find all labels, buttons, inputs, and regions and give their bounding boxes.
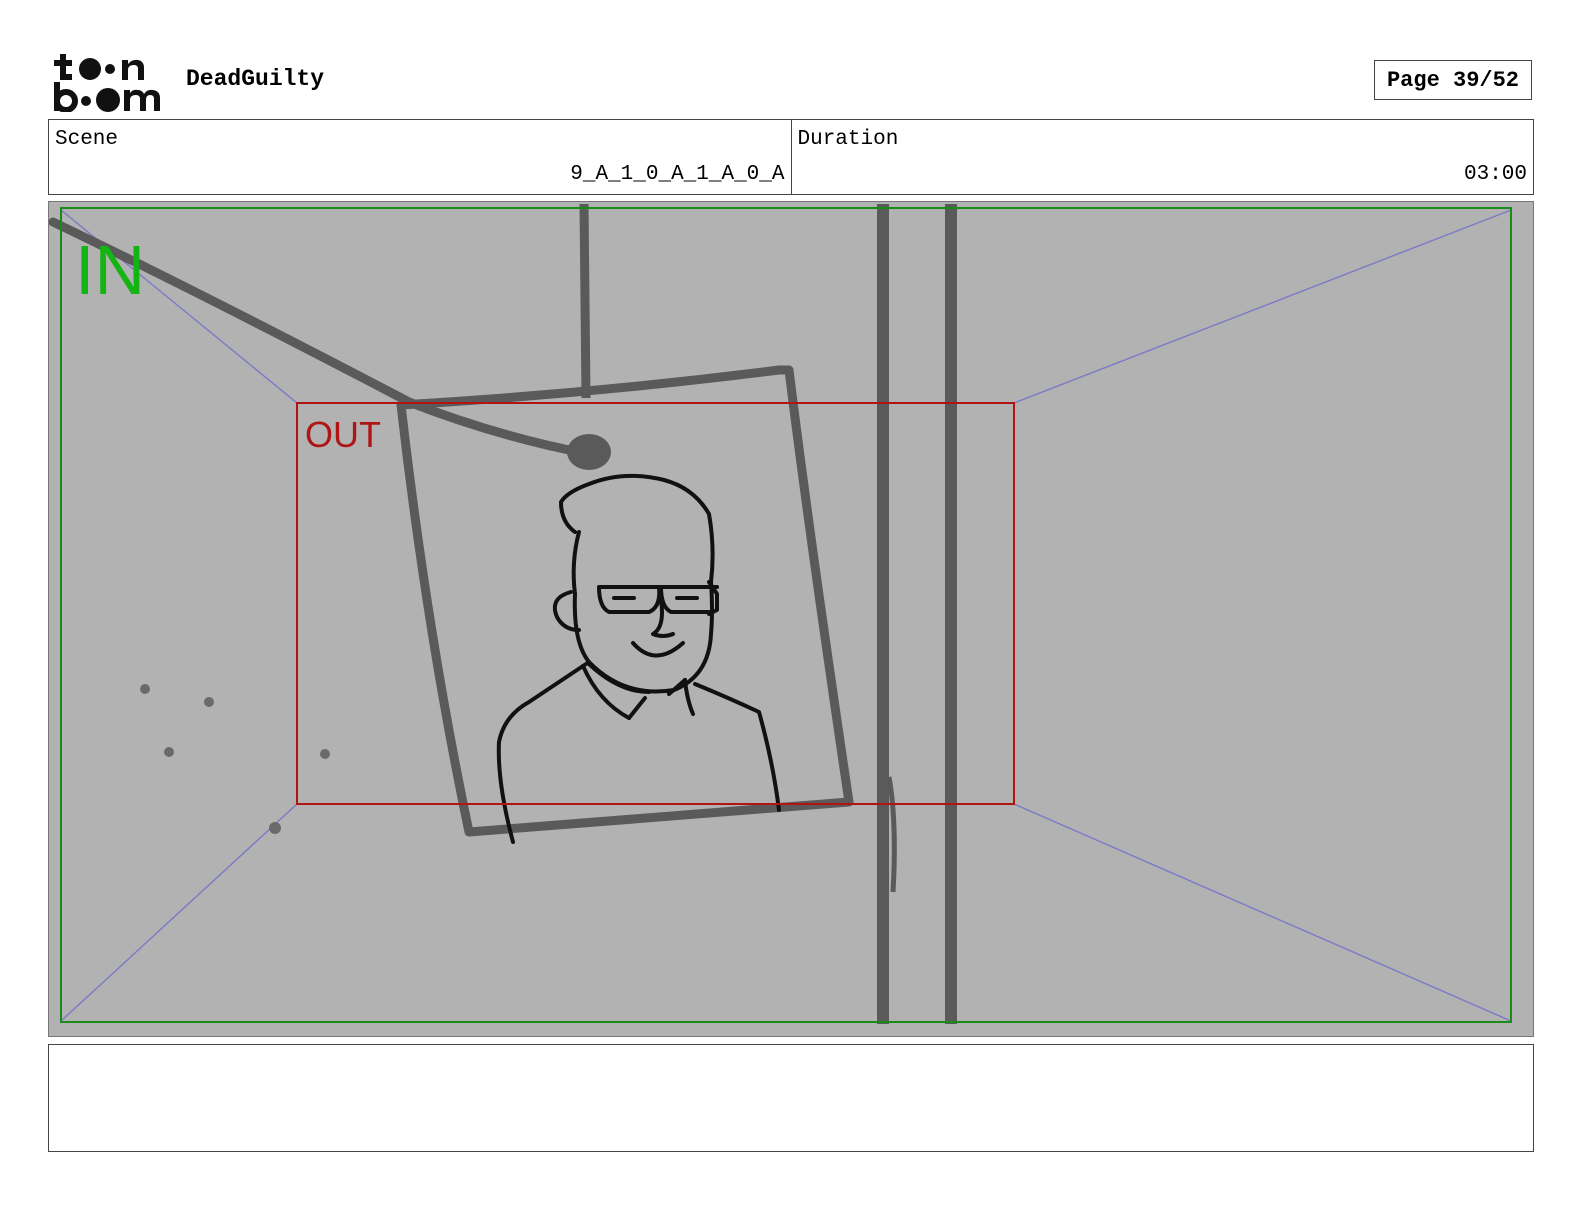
duration-cell: Duration 03:00 (790, 120, 1534, 194)
scene-label: Scene (55, 128, 119, 151)
storyboard-panel: IN OUT (48, 201, 1534, 1037)
man-portrait (496, 473, 781, 844)
page-number: Page 39/52 (1374, 60, 1532, 100)
scene-info-table: Scene 9_A_1_0_A_1_A_0_A Duration 03:00 (48, 119, 1534, 195)
project-title: DeadGuilty (186, 66, 325, 92)
picture-frame (396, 365, 854, 837)
scene-value: 9_A_1_0_A_1_A_0_A (570, 163, 785, 186)
dust-specks (140, 684, 330, 834)
lamp-knob (567, 434, 611, 470)
in-label: IN (75, 231, 145, 309)
toonboom-logo (54, 54, 160, 112)
panel-drawing: IN OUT (49, 203, 1512, 1024)
out-label: OUT (305, 414, 381, 455)
duration-label: Duration (797, 128, 899, 151)
notes-box[interactable] (48, 1044, 1534, 1152)
scene-cell: Scene 9_A_1_0_A_1_A_0_A (49, 120, 791, 194)
duration-value: 03:00 (1463, 163, 1527, 186)
